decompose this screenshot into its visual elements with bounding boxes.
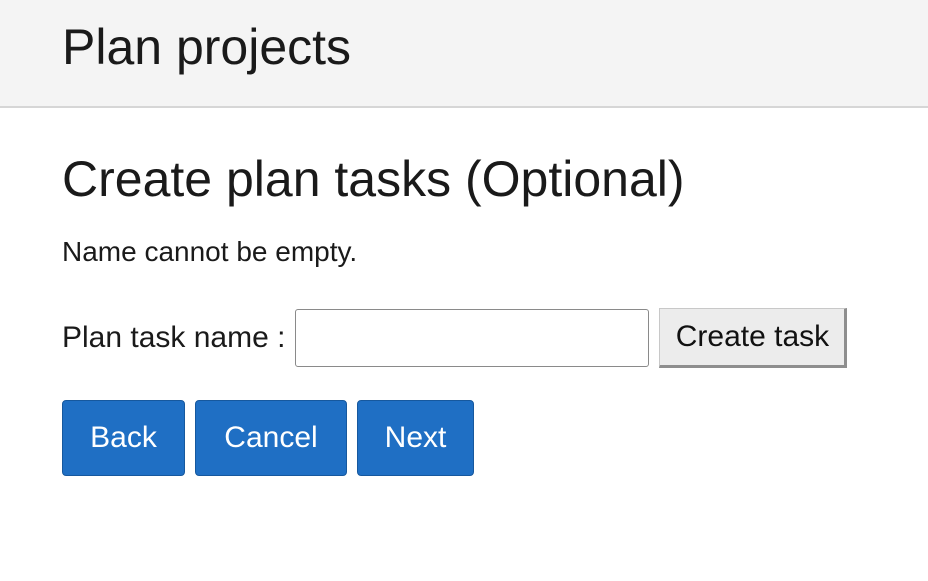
wizard-navigation: Back Cancel Next: [62, 400, 484, 476]
next-button[interactable]: Next: [357, 400, 474, 476]
page-title: Create plan tasks (Optional): [62, 151, 685, 207]
plan-task-form: Plan task name : Create task: [62, 308, 848, 368]
app-header: Plan projects: [0, 0, 928, 108]
cancel-button[interactable]: Cancel: [195, 400, 347, 476]
back-button[interactable]: Back: [62, 400, 185, 476]
create-task-button[interactable]: Create task: [659, 308, 848, 368]
plan-task-name-label: Plan task name :: [62, 321, 286, 354]
app-title: Plan projects: [62, 19, 352, 75]
plan-task-name-input[interactable]: [295, 309, 650, 367]
validation-error-message: Name cannot be empty.: [62, 236, 358, 267]
